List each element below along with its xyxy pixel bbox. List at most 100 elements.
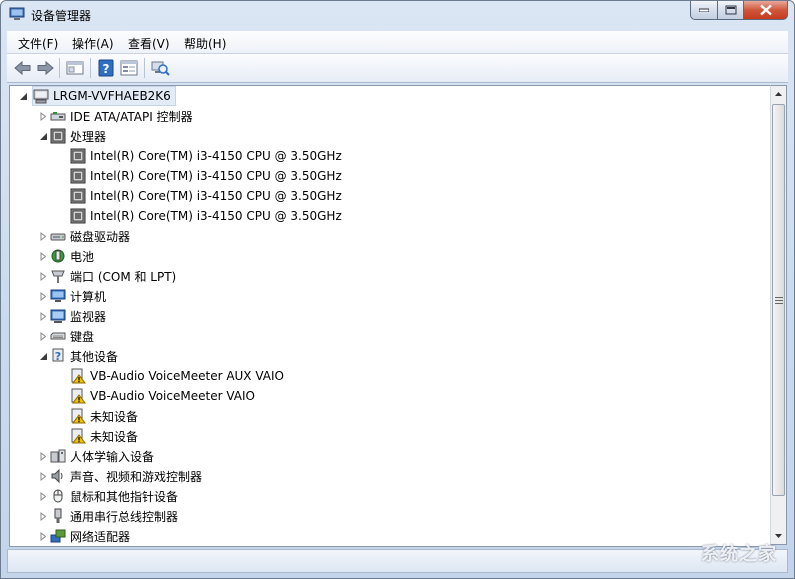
expand-arrow-icon[interactable] (39, 272, 48, 281)
tree-category[interactable]: 通用串行总线控制器 (50, 506, 178, 526)
ide-controller-icon (50, 112, 66, 121)
tree-item-label: 网络适配器 (70, 529, 131, 544)
tree-category[interactable]: ? 其他设备 (50, 346, 118, 366)
device-tree[interactable]: LRGM-VVFHAEB2K6 IDE ATA/ATAPI 控制器处理器 Inte… (9, 85, 771, 547)
tree-category[interactable]: 监视器 (50, 306, 106, 326)
processor-icon (70, 208, 86, 224)
expand-arrow-icon[interactable] (39, 292, 48, 301)
tree-category[interactable]: 处理器 (50, 126, 106, 146)
tree-category[interactable]: 键盘 (50, 326, 94, 346)
expand-arrow-icon[interactable] (39, 532, 48, 541)
expand-arrow-icon[interactable] (39, 112, 48, 121)
warning-device-icon (71, 408, 86, 424)
title-bar[interactable]: 设备管理器 (1, 1, 794, 29)
tree-device[interactable]: VB-Audio VoiceMeeter AUX VAIO (70, 366, 284, 386)
vertical-scrollbar[interactable] (770, 85, 787, 545)
watermark-logo: 系统之家 (701, 544, 777, 565)
tree-device[interactable]: Intel(R) Core(TM) i3-4150 CPU @ 3.50GHz (70, 186, 342, 206)
toolbar-separator (59, 58, 60, 78)
keyboard-icon (50, 332, 66, 340)
properties-icon[interactable] (119, 59, 139, 77)
tree-category[interactable]: 端口 (COM 和 LPT) (50, 266, 176, 286)
expand-arrow-icon[interactable] (39, 452, 48, 461)
collapse-arrow-icon[interactable] (39, 352, 48, 361)
maximize-icon (725, 5, 736, 15)
tree-item-label: 端口 (COM 和 LPT) (70, 269, 177, 284)
hid-icon (50, 449, 66, 463)
battery-icon (51, 249, 65, 263)
svg-text:?: ? (55, 350, 61, 363)
help-icon[interactable]: ? (96, 59, 116, 77)
warning-device-icon (71, 428, 86, 444)
minimize-button[interactable] (690, 1, 718, 20)
tree-item-label: 鼠标和其他指针设备 (70, 489, 179, 504)
svg-text:?: ? (103, 62, 110, 76)
tree-device[interactable]: 未知设备 (70, 406, 138, 426)
expand-arrow-icon[interactable] (39, 492, 48, 501)
tree-item-label: 监视器 (70, 309, 107, 324)
tree-root-computer[interactable]: LRGM-VVFHAEB2K6 (32, 86, 176, 106)
port-icon (51, 270, 65, 283)
expand-arrow-icon[interactable] (39, 512, 48, 521)
sound-icon (51, 468, 63, 484)
device-manager-app-icon (9, 7, 25, 20)
tree-item-label: 声音、视频和游戏控制器 (70, 469, 203, 484)
close-button[interactable] (744, 1, 788, 20)
tree-item-label: Intel(R) Core(TM) i3-4150 CPU @ 3.50GHz (90, 189, 342, 203)
tree-item-label: 未知设备 (90, 409, 139, 424)
network-adapter-icon (50, 529, 66, 543)
tree-device[interactable]: Intel(R) Core(TM) i3-4150 CPU @ 3.50GHz (70, 166, 342, 186)
tree-item-label: 电池 (70, 249, 95, 264)
close-icon (759, 4, 772, 16)
expand-arrow-icon[interactable] (39, 252, 48, 261)
expand-arrow-icon[interactable] (39, 472, 48, 481)
tree-item-label: Intel(R) Core(TM) i3-4150 CPU @ 3.50GHz (90, 209, 342, 223)
collapse-arrow-icon[interactable] (39, 132, 48, 141)
expand-arrow-icon[interactable] (39, 232, 48, 241)
collapse-arrow-icon[interactable] (19, 92, 28, 101)
tree-item-label: 键盘 (70, 329, 95, 344)
tree-category[interactable]: 磁盘驱动器 (50, 226, 130, 246)
menu-help[interactable]: 帮助(H) (184, 35, 226, 52)
window-title: 设备管理器 (31, 9, 92, 23)
tree-category[interactable]: 人体学输入设备 (50, 446, 154, 466)
tree-category[interactable]: 网络适配器 (50, 526, 130, 546)
expand-arrow-icon[interactable] (39, 312, 48, 321)
scroll-up-arrow-icon[interactable] (771, 86, 786, 103)
root-label: LRGM-VVFHAEB2K6 (53, 89, 171, 103)
grip-icon (775, 297, 783, 304)
back-arrow-icon[interactable] (13, 59, 33, 77)
tree-item-label: 其他设备 (70, 349, 119, 364)
tree-item-label: VB-Audio VoiceMeeter AUX VAIO (90, 369, 284, 383)
tree-device[interactable]: Intel(R) Core(TM) i3-4150 CPU @ 3.50GHz (70, 146, 342, 166)
toolbar-separator (144, 58, 145, 78)
processor-icon (50, 128, 66, 144)
tree-device[interactable]: 未知设备 (70, 426, 138, 446)
toolbar: ? (7, 54, 788, 83)
tree-item-label: 磁盘驱动器 (70, 229, 131, 244)
menu-view[interactable]: 查看(V) (128, 35, 170, 52)
maximize-button[interactable] (718, 1, 744, 20)
tree-item-label: 处理器 (70, 129, 107, 144)
tree-item-label: 通用串行总线控制器 (70, 509, 179, 524)
forward-arrow-icon[interactable] (35, 59, 55, 77)
tree-category[interactable]: 鼠标和其他指针设备 (50, 486, 178, 506)
status-bar: 系统之家 (7, 544, 788, 573)
tree-device[interactable]: VB-Audio VoiceMeeter VAIO (70, 386, 255, 406)
show-hide-console-icon[interactable] (65, 59, 85, 77)
menu-file[interactable]: 文件(F) (18, 35, 58, 52)
tree-device[interactable]: Intel(R) Core(TM) i3-4150 CPU @ 3.50GHz (70, 206, 342, 226)
mouse-icon (53, 489, 63, 503)
scan-hardware-icon[interactable] (150, 59, 170, 77)
processor-icon (70, 148, 86, 164)
tree-category[interactable]: 计算机 (50, 286, 106, 306)
scrollbar-thumb[interactable] (772, 104, 785, 496)
tree-category[interactable]: 电池 (50, 246, 94, 266)
tree-item-label: 人体学输入设备 (70, 449, 155, 464)
tree-item-label: 未知设备 (90, 429, 139, 444)
menu-action[interactable]: 操作(A) (72, 35, 114, 52)
device-manager-window: 设备管理器 文件(F) 操作(A) 查看(V) 帮助(H) ? LRGM-VVF… (0, 0, 795, 579)
expand-arrow-icon[interactable] (39, 332, 48, 341)
tree-category[interactable]: 声音、视频和游戏控制器 (50, 466, 202, 486)
tree-category[interactable]: IDE ATA/ATAPI 控制器 (50, 106, 193, 126)
